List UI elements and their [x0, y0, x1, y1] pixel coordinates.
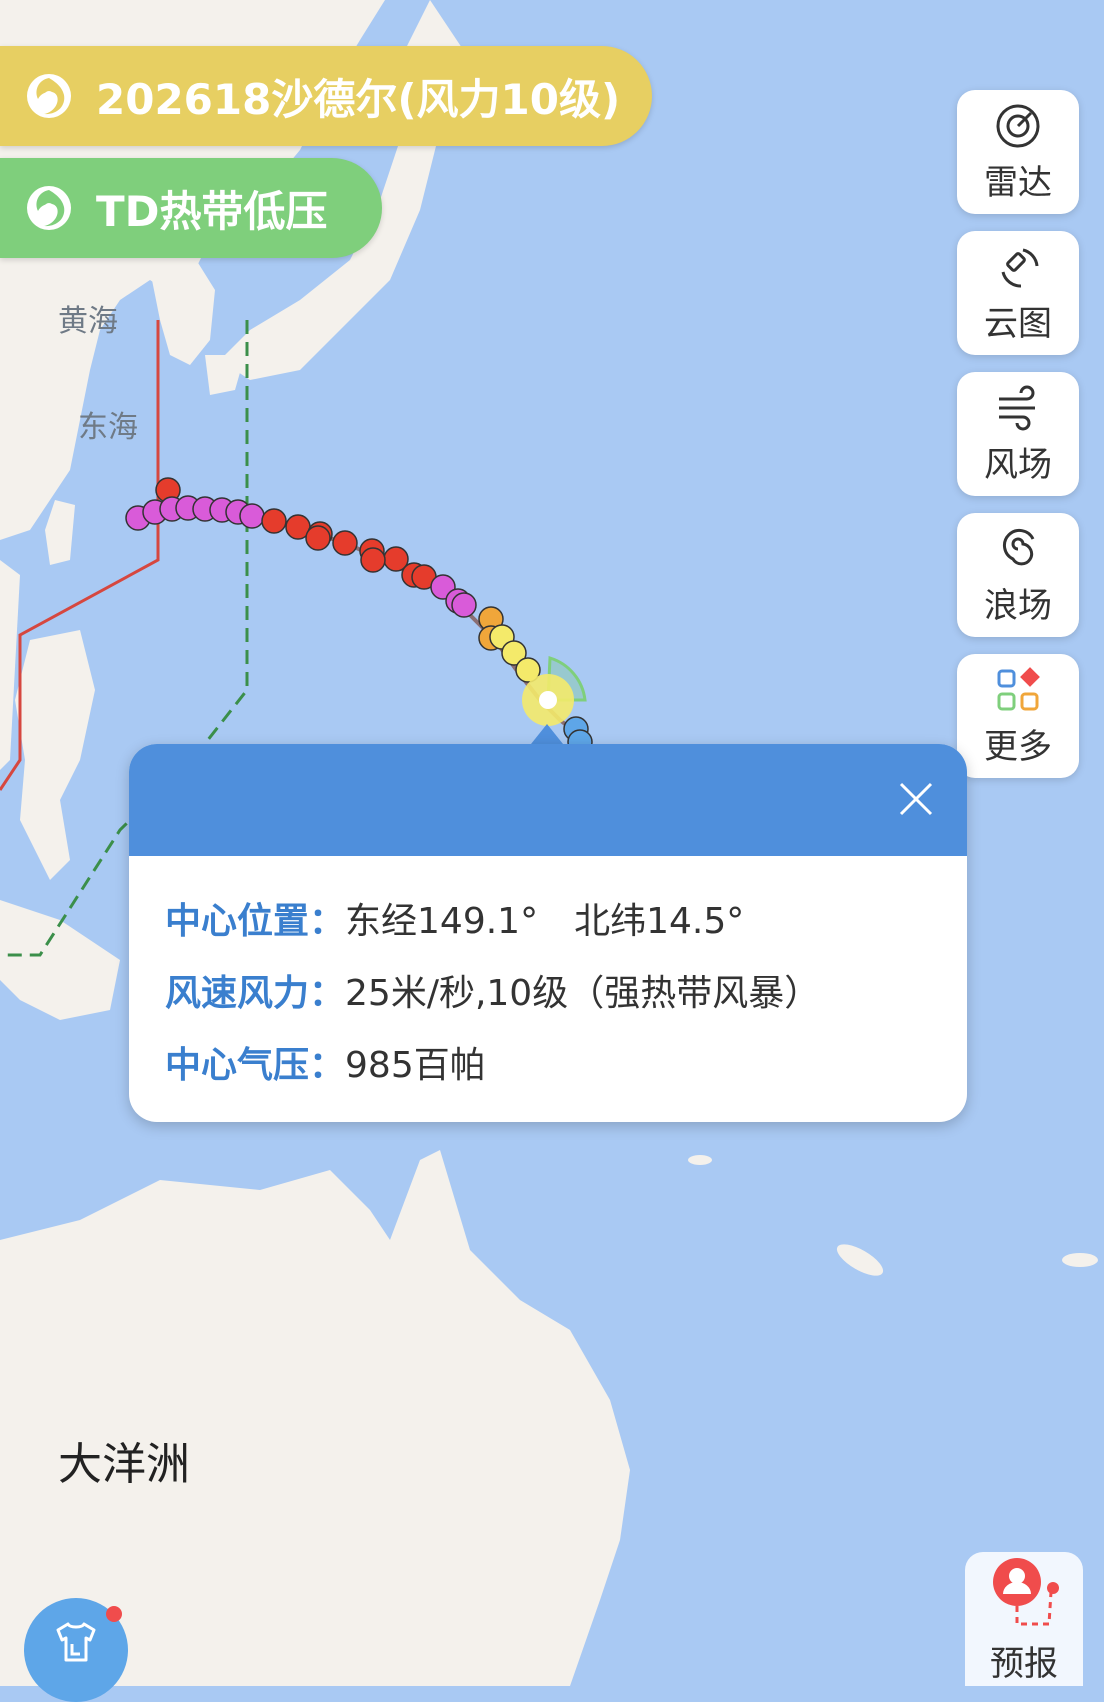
east-sea-label: 东海	[78, 410, 138, 445]
center-pressure-value: 985百帕	[345, 1045, 486, 1086]
apps-icon	[997, 666, 1040, 710]
typhoon-pill-label: TD热带低压	[96, 186, 328, 236]
wind-speed-row: 风速风力：25米/秒,10级（强热带风暴）	[165, 964, 820, 1016]
forecast-button[interactable]: 预报	[965, 1552, 1083, 1686]
center-pressure-row: 中心气压：985百帕	[165, 1036, 486, 1088]
yellow-sea-label: 黄海	[58, 304, 118, 339]
typhoon-pill-label: 202618沙德尔(风力10级)	[96, 74, 621, 124]
center-position-value: 东经149.1° 北纬14.5°	[345, 901, 745, 942]
center-position-row: 中心位置：东经149.1° 北纬14.5°	[165, 892, 744, 944]
cloud-label: 云图	[984, 303, 1052, 344]
close-icon[interactable]	[893, 776, 939, 822]
popup-title	[167, 774, 727, 824]
tshirt-icon	[56, 1622, 96, 1662]
typhoon-icon	[27, 74, 71, 118]
radar-button[interactable]: 雷达	[957, 90, 1079, 214]
swirl-icon	[1002, 528, 1035, 565]
popup-header	[129, 744, 967, 856]
center-position-label: 中心位置：	[165, 901, 346, 942]
more-button[interactable]: 更多	[957, 654, 1079, 778]
wind-button[interactable]: 风场	[957, 372, 1079, 496]
typhoon-pill-sadel[interactable]: 202618沙德尔(风力10级)	[0, 46, 652, 146]
wind-speed-label: 风速风力：	[165, 973, 346, 1014]
notification-dot	[106, 1606, 122, 1622]
typhoon-info-popup: 中心位置：东经149.1° 北纬14.5° 风速风力：25米/秒,10级（强热带…	[129, 744, 967, 1122]
wind-speed-value: 25米/秒,10级（强热带风暴）	[345, 973, 821, 1014]
typhoon-pill-td[interactable]: TD热带低压	[0, 158, 382, 258]
forecast-label: 预报	[990, 1644, 1058, 1684]
center-pressure-label: 中心气压：	[165, 1045, 346, 1086]
wave-label: 浪场	[984, 585, 1052, 626]
satellite-icon	[1001, 248, 1039, 288]
wind-label: 风场	[984, 444, 1052, 485]
radar-label: 雷达	[984, 162, 1052, 203]
oceania-label: 大洋洲	[58, 1439, 190, 1490]
wave-button[interactable]: 浪场	[957, 513, 1079, 637]
wind-icon	[999, 385, 1035, 430]
user-location-icon	[993, 1558, 1059, 1626]
popup-pointer	[531, 724, 563, 744]
cloud-button[interactable]: 云图	[957, 231, 1079, 355]
typhoon-icon	[27, 186, 71, 230]
more-label: 更多	[984, 726, 1052, 767]
radar-icon	[996, 104, 1040, 147]
